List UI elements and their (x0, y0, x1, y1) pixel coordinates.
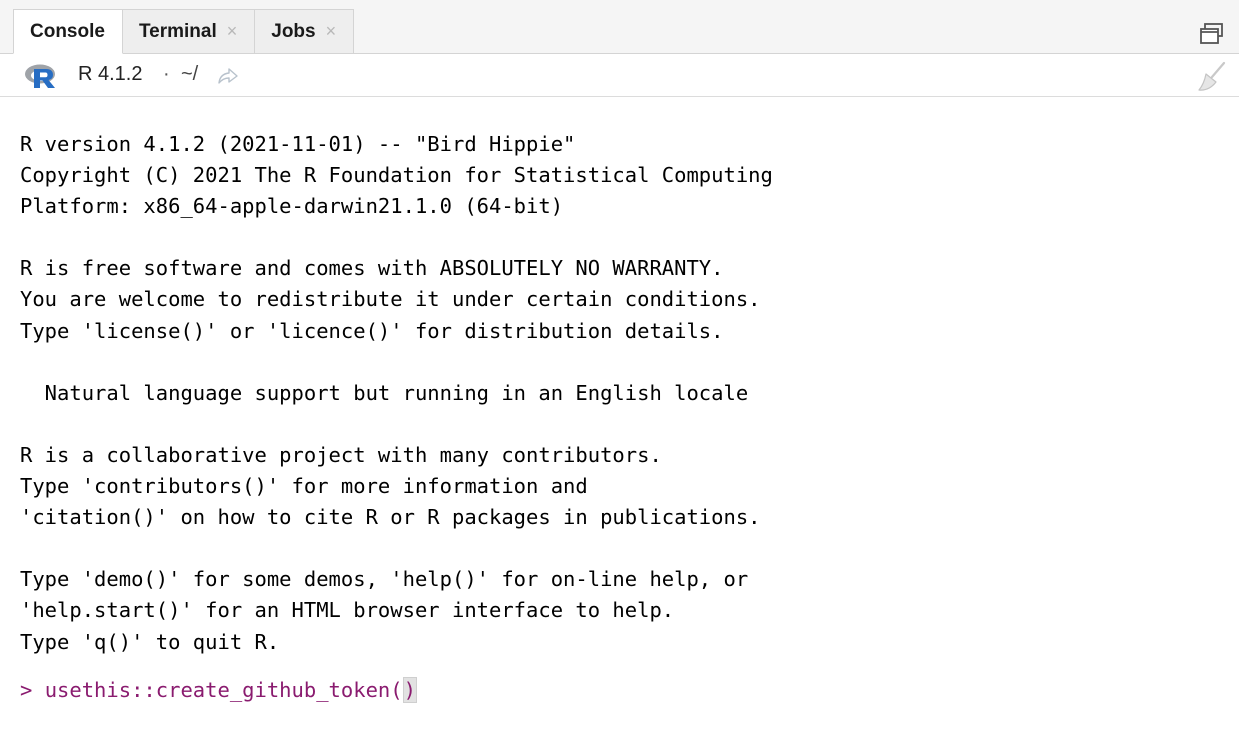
console-input-open-paren: ( (390, 678, 403, 702)
console-prompt: > (20, 678, 45, 702)
output-line: Type 'q()' to quit R. (20, 629, 280, 654)
output-line: Natural language support but running in … (20, 380, 749, 405)
output-line: Type 'contributors()' for more informati… (20, 474, 588, 499)
output-line: R version 4.1.2 (2021-11-01) -- "Bird Hi… (20, 132, 576, 156)
output-line: Copyright (C) 2021 The R Foundation for … (20, 163, 773, 188)
tab-terminal-label: Terminal (138, 20, 217, 42)
go-to-directory-icon[interactable] (217, 66, 239, 86)
output-line: You are welcome to redistribute it under… (20, 287, 761, 312)
console-pane: Console Terminal × Jobs × R 4.1.2 · ~/ R… (0, 0, 1239, 732)
tab-terminal-close-icon[interactable]: × (227, 21, 238, 42)
tab-console[interactable]: Console (13, 9, 123, 54)
console-output: R version 4.1.2 (2021-11-01) -- "Bird Hi… (20, 129, 773, 658)
tab-divider (0, 53, 1239, 54)
output-line: R is free software and comes with ABSOLU… (20, 256, 724, 281)
console-output-area[interactable]: R version 4.1.2 (2021-11-01) -- "Bird Hi… (0, 97, 1239, 732)
toolbar-separator: · (163, 63, 170, 85)
working-directory-label[interactable]: ~/ (181, 63, 198, 86)
output-line: R is a collaborative project with many c… (20, 442, 662, 467)
maximize-pane-icon[interactable] (1199, 22, 1225, 46)
tab-jobs[interactable]: Jobs × (255, 9, 355, 54)
tab-console-label: Console (30, 20, 105, 42)
output-line: 'help.start()' for an HTML browser inter… (20, 598, 675, 623)
tab-jobs-label: Jobs (271, 20, 316, 42)
r-version-label: R 4.1.2 (78, 63, 143, 85)
r-logo-icon (25, 64, 55, 88)
output-line: Type 'license()' or 'licence()' for dist… (20, 318, 724, 343)
tab-terminal[interactable]: Terminal × (122, 9, 256, 54)
console-input-close-paren: ) (402, 677, 417, 703)
console-toolbar: R 4.1.2 · ~/ (0, 54, 1239, 97)
tab-list: Console Terminal × Jobs × (13, 9, 355, 54)
output-line: 'citation()' on how to cite R or R packa… (20, 505, 761, 530)
tab-strip: Console Terminal × Jobs × (0, 0, 1239, 54)
output-line: Platform: x86_64-apple-darwin21.1.0 (64-… (20, 194, 564, 219)
output-line: Type 'demo()' for some demos, 'help()' f… (20, 567, 749, 592)
tab-jobs-close-icon[interactable]: × (326, 21, 337, 42)
console-input-line[interactable]: > usethis::create_github_token() (20, 675, 417, 706)
clear-console-icon[interactable] (1197, 60, 1227, 92)
console-input-text[interactable]: usethis::create_github_token (45, 678, 391, 702)
